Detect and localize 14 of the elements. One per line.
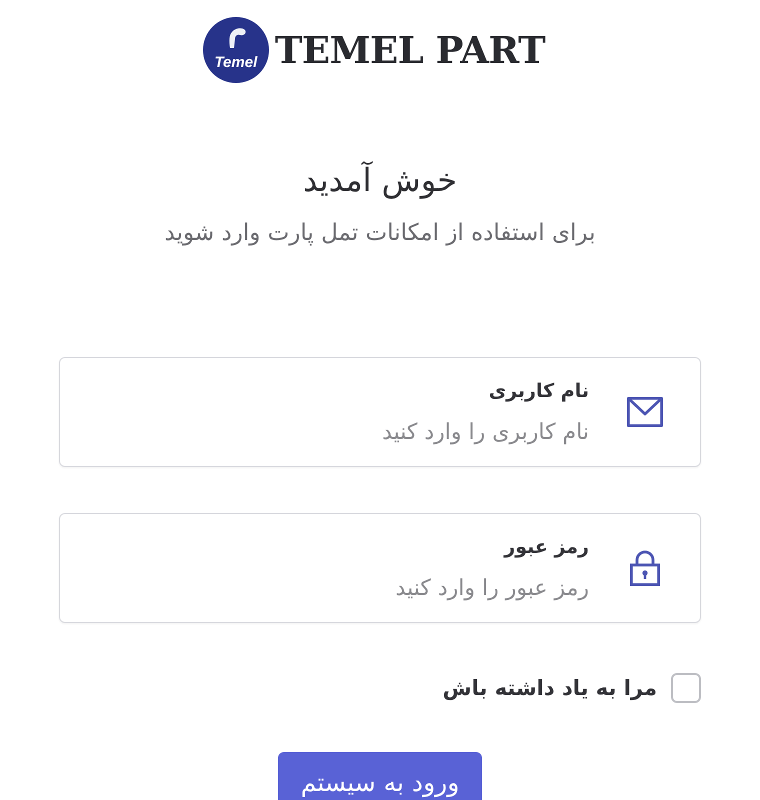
page-title: خوش آمدید <box>302 162 458 198</box>
logo-badge-text: Temel <box>214 55 258 71</box>
remember-label: مرا به یاد داشته باش <box>442 675 657 702</box>
envelope-icon <box>627 397 663 427</box>
field-label: نام کاربری <box>488 379 589 404</box>
page-subtitle: برای استفاده از امکانات تمل پارت وارد شوید <box>164 219 596 247</box>
login-button[interactable]: ورود به سیستم <box>278 752 482 800</box>
logo-swirl-icon <box>226 27 247 49</box>
logo-wordmark: TEMEL PART <box>274 28 546 72</box>
padlock-icon <box>630 550 660 586</box>
username-input[interactable]: نام کاربری را وارد کنید <box>80 419 589 447</box>
field-label: رمز عبور <box>504 535 589 560</box>
password-input[interactable]: رمز عبور را وارد کنید <box>80 575 589 603</box>
remember-checkbox[interactable] <box>671 673 701 703</box>
